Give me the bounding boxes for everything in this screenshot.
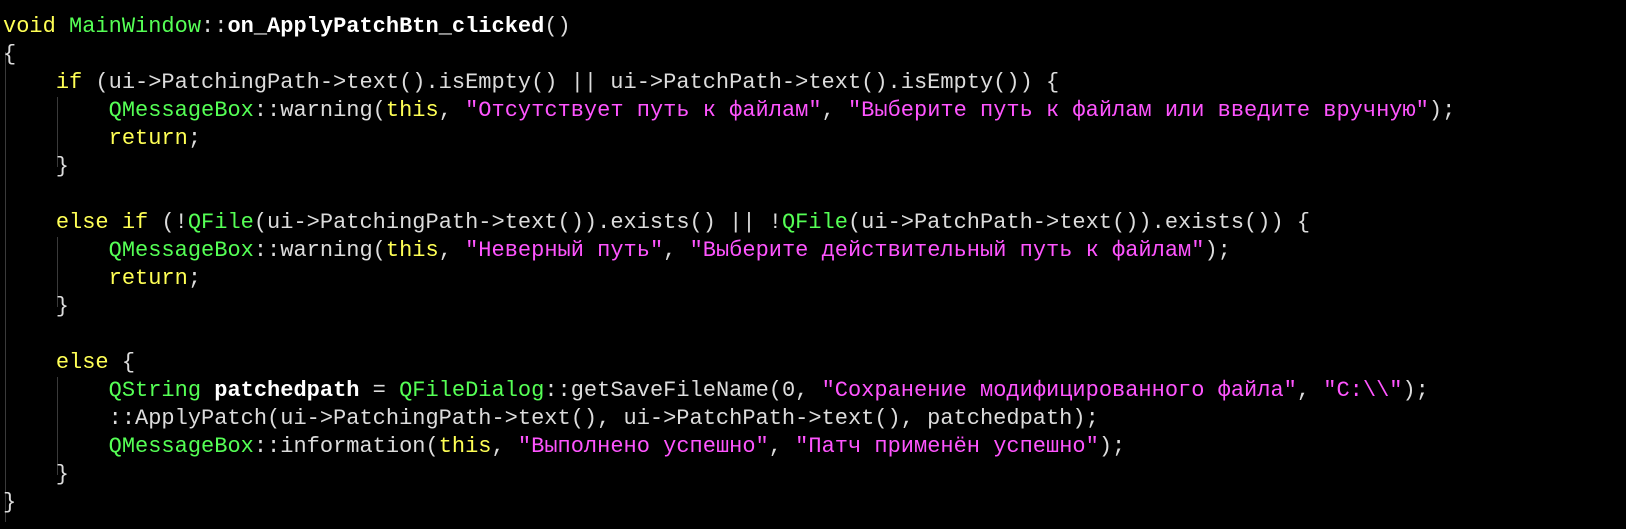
code-token: = <box>359 378 400 403</box>
type-token: QFile <box>781 210 848 235</box>
code-token: ); <box>1402 378 1429 403</box>
keyword-token: this <box>385 98 439 123</box>
code-token: ::ApplyPatch(ui->PatchingPath->text(), u… <box>3 406 1099 431</box>
identifier-token: on_ApplyPatchBtn_clicked <box>227 14 545 39</box>
keyword-token: this <box>438 434 492 459</box>
type-token: QString <box>108 378 202 403</box>
code-token: , <box>663 238 690 263</box>
code-line[interactable]: QMessageBox::warning(this, "Неверный пут… <box>3 237 1455 265</box>
code-editor[interactable]: void MainWindow::on_ApplyPatchBtn_clicke… <box>0 0 1626 529</box>
code-line[interactable]: } <box>3 461 1455 489</box>
code-token: , <box>768 434 796 459</box>
code-token: (ui->PatchPath->text()).exists()) { <box>847 210 1311 235</box>
keyword-token: if <box>121 210 149 235</box>
code-token: , <box>491 434 518 459</box>
type-token: QFile <box>187 210 254 235</box>
code-line[interactable]: { <box>3 41 1455 69</box>
code-token: ::getSaveFileName(0, <box>544 378 822 403</box>
code-token: () <box>544 14 571 39</box>
keyword-token: return <box>108 126 188 151</box>
keyword-token: return <box>108 266 188 291</box>
code-line[interactable]: if (ui->PatchingPath->text().isEmpty() |… <box>3 69 1455 97</box>
code-token: { <box>108 350 136 375</box>
string-token: "Неверный путь" <box>465 238 664 263</box>
string-token: "C:\\" <box>1323 378 1403 403</box>
code-token: ; <box>187 126 202 151</box>
code-token: { <box>3 42 17 67</box>
string-token: "Выберите путь к файлам или введите вруч… <box>847 98 1429 123</box>
code-token: } <box>3 154 70 179</box>
code-line[interactable] <box>3 321 1455 349</box>
keyword-token: if <box>55 70 83 95</box>
code-line[interactable]: } <box>3 293 1455 321</box>
type-token: QFileDialog <box>399 378 545 403</box>
code-line[interactable]: QMessageBox::information(this, "Выполнен… <box>3 433 1455 461</box>
string-token: "Выберите действительный путь к файлам" <box>689 238 1205 263</box>
code-token: :: <box>201 14 228 39</box>
code-token: } <box>3 462 70 487</box>
code-line[interactable]: else { <box>3 349 1455 377</box>
code-token: , <box>438 238 466 263</box>
code-line[interactable]: void MainWindow::on_ApplyPatchBtn_clicke… <box>3 13 1455 41</box>
code-token: } <box>3 294 70 319</box>
code-token: ); <box>1428 98 1456 123</box>
code-token: ::information( <box>253 434 439 459</box>
string-token: "Сохранение модифицированного файла" <box>821 378 1297 403</box>
code-line[interactable]: } <box>3 489 1455 517</box>
string-token: "Патч применён успешно" <box>795 434 1099 459</box>
code-token: (! <box>148 210 188 235</box>
code-line[interactable]: } <box>3 153 1455 181</box>
code-line[interactable] <box>3 181 1455 209</box>
code-token: ::warning( <box>253 238 386 263</box>
type-token: QMessageBox <box>108 238 254 263</box>
string-token: "Отсутствует путь к файлам" <box>465 98 822 123</box>
type-token: QMessageBox <box>108 98 254 123</box>
code-token: , <box>1296 378 1324 403</box>
code-text[interactable]: void MainWindow::on_ApplyPatchBtn_clicke… <box>3 13 1455 517</box>
code-token: , <box>821 98 848 123</box>
code-token: (ui->PatchingPath->text()).exists() || ! <box>253 210 782 235</box>
code-line[interactable]: return; <box>3 265 1455 293</box>
code-token: , <box>438 98 466 123</box>
code-line[interactable]: QString patchedpath = QFileDialog::getSa… <box>3 377 1455 405</box>
code-token: } <box>3 490 17 515</box>
code-token: ); <box>1098 434 1126 459</box>
code-line[interactable]: QMessageBox::warning(this, "Отсутствует … <box>3 97 1456 125</box>
string-token: "Выполнено успешно" <box>517 434 769 459</box>
code-line[interactable]: else if (!QFile(ui->PatchingPath->text()… <box>3 209 1455 237</box>
code-token: ); <box>1204 238 1231 263</box>
type-token: QMessageBox <box>108 434 254 459</box>
code-token: ; <box>187 266 202 291</box>
keyword-token: else <box>55 210 109 235</box>
keyword-token: else <box>55 350 109 375</box>
code-line[interactable]: ::ApplyPatch(ui->PatchingPath->text(), u… <box>3 405 1455 433</box>
keyword-token: void <box>3 14 56 39</box>
identifier-token: patchedpath <box>214 378 360 403</box>
code-line[interactable]: return; <box>3 125 1455 153</box>
code-token: ::warning( <box>253 98 386 123</box>
type-token: MainWindow <box>69 14 202 39</box>
code-token: (ui->PatchingPath->text().isEmpty() || u… <box>82 70 1060 95</box>
keyword-token: this <box>385 238 439 263</box>
